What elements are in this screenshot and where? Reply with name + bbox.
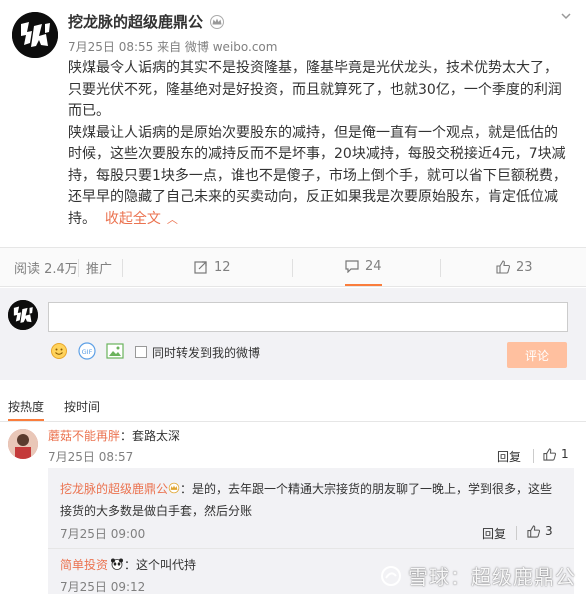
repost-icon: [194, 261, 207, 274]
forward-checkbox[interactable]: [135, 346, 147, 358]
weibo-post: 挖龙脉的超级鹿鼎公 7月25日 08:55 来自 微博 weibo.com 陕煤…: [0, 0, 586, 247]
like-button[interactable]: 23: [496, 248, 533, 286]
read-count: 阅读 2.4万: [14, 248, 78, 286]
reply-author-name[interactable]: 简单投资: [60, 558, 108, 572]
comment-text: ：套路太深: [120, 429, 181, 443]
gif-icon[interactable]: GIF: [78, 342, 96, 360]
comment-composer: GIF 同时转发到我的微博 评论: [0, 288, 586, 380]
watermark: 雪球：超级鹿鼎公: [380, 561, 576, 590]
divider: [533, 449, 534, 463]
post-content: 陕煤最令人诟病的其实不是投资隆基，隆基毕竟是光伏龙头，技术优势太大了，只要光伏不…: [68, 58, 568, 230]
reply-button[interactable]: 回复: [482, 525, 506, 542]
reply-time: 7月25日 09:12: [60, 580, 146, 594]
emoji-icon[interactable]: [50, 342, 68, 360]
crown-icon: [168, 479, 180, 494]
comment-icon: [345, 259, 359, 273]
snowball-logo-icon: [381, 565, 401, 586]
like-count[interactable]: 23: [516, 260, 533, 275]
submit-comment-button[interactable]: 评论: [507, 342, 567, 368]
panda-icon: [110, 558, 124, 570]
thumbs-up-icon: [527, 524, 540, 538]
author-name-text[interactable]: 挖龙脉的超级鹿鼎公: [68, 11, 203, 32]
comment-button[interactable]: 24: [345, 248, 382, 286]
comment-input[interactable]: [48, 302, 568, 332]
chevron-up-icon[interactable]: ︿: [167, 213, 178, 226]
thumbs-up-icon: [543, 447, 556, 461]
image-icon[interactable]: [106, 342, 124, 360]
post-paragraph-1: 陕煤最令人诟病的其实不是投资隆基，隆基毕竟是光伏龙头，技术优势太大了，只要光伏不…: [68, 60, 562, 119]
repost-button[interactable]: 12: [194, 248, 231, 286]
forward-label[interactable]: 同时转发到我的微博: [152, 344, 260, 361]
action-separator: [292, 259, 293, 277]
comment-body: 蘑菇不能再胖：套路太深: [48, 427, 180, 444]
repost-count[interactable]: 12: [214, 260, 231, 275]
svg-text:GIF: GIF: [82, 348, 93, 356]
comment-time: 7月25日 08:57: [48, 450, 134, 464]
action-separator: [78, 259, 79, 277]
chevron-down-icon[interactable]: [560, 10, 572, 22]
divider: [48, 548, 574, 549]
comment-count[interactable]: 24: [365, 259, 382, 274]
commenter-name[interactable]: 蘑菇不能再胖: [48, 429, 120, 443]
action-separator: [122, 259, 123, 277]
tab-sort-time[interactable]: 按时间: [64, 398, 100, 415]
comment-like-button[interactable]: 1: [543, 447, 569, 461]
my-avatar[interactable]: [8, 300, 38, 330]
action-separator: [440, 259, 441, 277]
reply-item-body: 简单投资 ：这个叫代持: [60, 556, 196, 573]
divider: [0, 421, 586, 422]
comment-item: 蘑菇不能再胖：套路太深 7月25日 08:57 回复 1: [0, 424, 586, 468]
reply-item-body: 挖龙脉的超级鹿鼎公 ：是的，去年跟一个精通大宗接货的朋友聊了一晚上，学到很多，这些…: [60, 478, 560, 522]
post-action-bar: 阅读 2.4万 推广 12 24 23: [0, 247, 586, 287]
author-avatar[interactable]: [12, 12, 58, 58]
read-count-text: 阅读 2.4万: [14, 261, 78, 277]
comment-sort-tabs: 按热度 按时间: [0, 390, 586, 422]
tab-sort-hot[interactable]: 按热度: [8, 398, 45, 421]
promote-label[interactable]: 推广: [86, 258, 112, 277]
promote-button[interactable]: 推广: [86, 248, 112, 286]
reply-time: 7月25日 09:00: [60, 527, 146, 541]
thumbs-up-icon: [496, 260, 510, 274]
reply-button[interactable]: 回复: [497, 448, 521, 465]
comment-like-count[interactable]: 1: [561, 447, 569, 461]
collapse-text-link[interactable]: 收起全文: [105, 211, 161, 227]
post-meta: 7月25日 08:55 来自 微博 weibo.com: [68, 40, 278, 54]
author-name[interactable]: 挖龙脉的超级鹿鼎公: [68, 11, 225, 32]
commenter-avatar[interactable]: [8, 429, 38, 459]
reply-author-name[interactable]: 挖龙脉的超级鹿鼎公: [60, 482, 168, 496]
reply-like-button[interactable]: 3: [527, 524, 553, 538]
watermark-text: 雪球：超级鹿鼎公: [408, 565, 576, 589]
divider: [516, 526, 517, 540]
reply-text: ：这个叫代持: [124, 558, 197, 572]
reply-like-count[interactable]: 3: [545, 524, 553, 538]
post-paragraph-2: 陕煤最让人诟病的是原始次要股东的减持，但是俺一直有一个观点，就是低估的时候，这些…: [68, 123, 568, 231]
crown-icon: [209, 14, 225, 29]
